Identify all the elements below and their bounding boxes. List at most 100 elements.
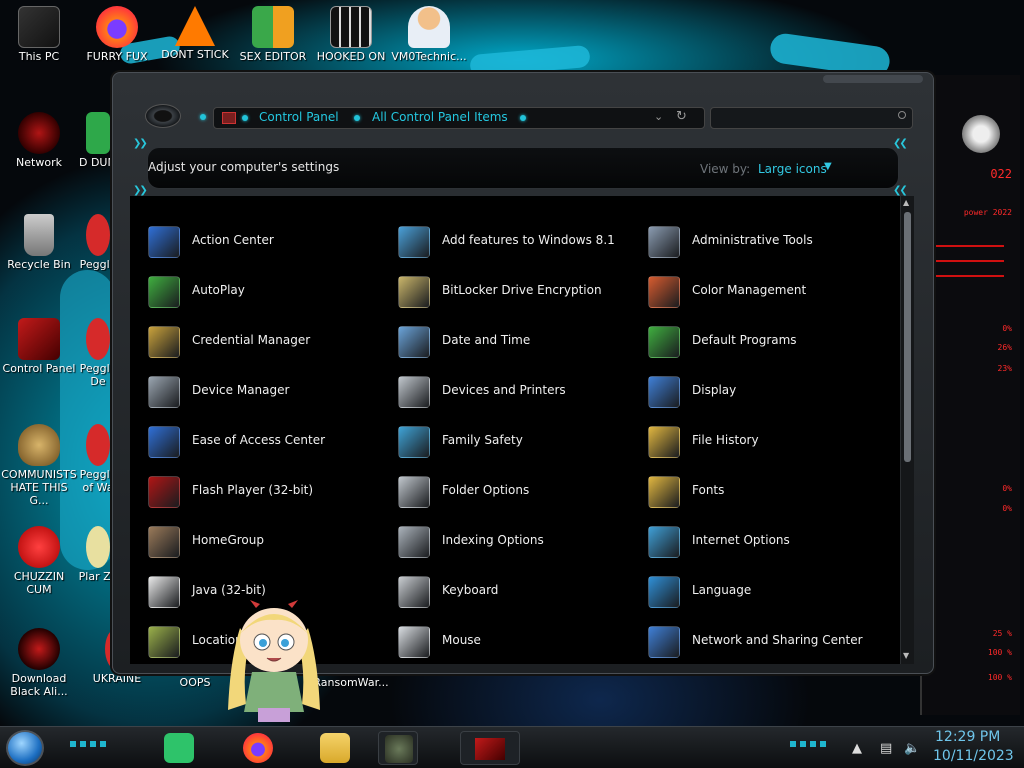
maze-icon xyxy=(330,6,372,48)
peggle-icon xyxy=(86,318,110,360)
taskbar-notes-app-icon[interactable] xyxy=(164,733,194,763)
desktop-icon-this-pc[interactable]: This PC xyxy=(0,6,78,63)
control-panel-item[interactable]: Indexing Options xyxy=(398,524,638,560)
control-panel-item[interactable]: Mouse xyxy=(398,624,638,660)
volume-icon[interactable]: 🔈 xyxy=(904,741,920,756)
breadcrumb-all-items[interactable]: All Control Panel Items xyxy=(372,110,508,124)
computer-icon xyxy=(18,6,60,48)
gadget-readout: 26% xyxy=(997,343,1012,352)
gadget-readout: 100 % xyxy=(987,673,1012,682)
vlc-cone-icon xyxy=(175,6,215,46)
desktop-icon-label: Network xyxy=(16,156,62,169)
control-panel-item[interactable]: Color Management xyxy=(648,274,888,310)
control-panel-item[interactable]: File History xyxy=(648,424,888,460)
desktop-icon-network[interactable]: Network xyxy=(0,112,78,169)
control-panel-item[interactable]: Fonts xyxy=(648,474,888,510)
control-panel-item[interactable]: Ease of Access Center xyxy=(148,424,388,460)
control-panel-item[interactable]: Language xyxy=(648,574,888,610)
control-panel-item-label: Java (32-bit) xyxy=(192,583,266,597)
network-icon[interactable]: ▤ xyxy=(880,741,892,756)
app-icon xyxy=(86,112,110,154)
desktop-icon-label: Control Panel xyxy=(2,362,76,375)
flag-icon xyxy=(148,226,180,258)
desktop-icon-vm0technic[interactable]: VM0Technic... xyxy=(390,6,468,63)
refresh-icon[interactable]: ↻ xyxy=(676,109,687,124)
wallpaper-stroke xyxy=(60,270,115,570)
control-panel-item-label: AutoPlay xyxy=(192,283,245,297)
gadget-readout: 100 % xyxy=(987,648,1012,657)
fonts-folder-icon xyxy=(648,476,680,508)
control-panel-item[interactable]: Keyboard xyxy=(398,574,638,610)
taskbar-file-explorer-icon[interactable] xyxy=(320,733,350,763)
magnifier-icon xyxy=(398,526,430,558)
scroll-up-icon[interactable]: ▲ xyxy=(903,198,909,207)
taskbar-running-app[interactable] xyxy=(378,731,418,765)
desktop-icon-recycle-bin[interactable]: Recycle Bin xyxy=(0,214,78,271)
control-panel-item[interactable]: Display xyxy=(648,374,888,410)
search-icon[interactable] xyxy=(898,111,906,119)
java-icon xyxy=(148,576,180,608)
desktop-icon-chuzzin[interactable]: CHUZZIN CUM xyxy=(0,526,78,596)
calendar-clock-icon xyxy=(398,326,430,358)
desktop-icon-sex-editor[interactable]: SEX EDITOR xyxy=(234,6,312,63)
address-bar[interactable]: Control Panel All Control Panel Items ⌄ … xyxy=(213,107,705,129)
control-panel-item[interactable]: Folder Options xyxy=(398,474,638,510)
control-panel-item[interactable]: Date and Time xyxy=(398,324,638,360)
desktop-icon-control-panel[interactable]: Control Panel xyxy=(0,318,78,375)
control-panel-item[interactable]: Flash Player (32-bit) xyxy=(148,474,388,510)
control-panel-item[interactable]: Devices and Printers xyxy=(398,374,638,410)
decor-arrows-icon: ❮❮ xyxy=(893,185,908,196)
nav-history-dot[interactable] xyxy=(200,114,206,120)
star-butterfly-character xyxy=(228,600,320,722)
network-icon xyxy=(648,626,680,658)
search-input[interactable] xyxy=(710,107,913,129)
control-panel-item[interactable]: Default Programs xyxy=(648,324,888,360)
control-panel-item[interactable]: AutoPlay xyxy=(148,274,388,310)
back-forward-orb[interactable] xyxy=(145,104,181,128)
start-button[interactable] xyxy=(6,730,44,766)
control-panel-item-label: Language xyxy=(692,583,752,597)
add-features-icon xyxy=(398,226,430,258)
desktop-icon-label: Recycle Bin xyxy=(7,258,71,271)
show-hidden-icons-icon[interactable]: ▲ xyxy=(852,741,862,756)
desktop-icon-communists[interactable]: COMMUNISTS HATE THIS G... xyxy=(0,424,78,507)
control-panel-icon xyxy=(18,318,60,360)
game-thumbnail-icon xyxy=(385,735,413,763)
scrollbar-thumb[interactable] xyxy=(904,212,911,462)
vertical-scrollbar[interactable]: ▲ ▼ xyxy=(900,196,914,664)
desktop-icon-dont-stick[interactable]: DONT STICK xyxy=(156,6,234,61)
control-panel-item[interactable]: Add features to Windows 8.1 xyxy=(398,224,638,260)
desktop-icon-download-black-ali[interactable]: Download Black Ali... xyxy=(0,628,78,698)
control-panel-item[interactable]: HomeGroup xyxy=(148,524,388,560)
keyboard-icon xyxy=(398,576,430,608)
control-panel-item[interactable]: Administrative Tools xyxy=(648,224,888,260)
taskbar-control-panel-button[interactable] xyxy=(460,731,520,765)
dropdown-arrow-icon[interactable]: ▼ xyxy=(824,161,832,172)
clock-time[interactable]: 12:29 PM xyxy=(935,729,1000,745)
control-panel-item-label: Display xyxy=(692,383,737,397)
scroll-down-icon[interactable]: ▼ xyxy=(903,651,909,660)
control-panel-item[interactable]: Credential Manager xyxy=(148,324,388,360)
breadcrumb-control-panel[interactable]: Control Panel xyxy=(259,110,339,124)
control-panel-item[interactable]: Device Manager xyxy=(148,374,388,410)
desktop-icon-label: Download Black Ali... xyxy=(10,672,68,698)
view-by-dropdown[interactable]: Large icons xyxy=(758,162,827,176)
control-panel-item-label: Devices and Printers xyxy=(442,383,566,397)
chevron-down-icon[interactable]: ⌄ xyxy=(654,110,663,123)
folder-options-icon xyxy=(398,476,430,508)
control-panel-item[interactable]: Action Center xyxy=(148,224,388,260)
desktop-icon-hooked-on[interactable]: HOOKED ON xyxy=(312,6,390,63)
control-panel-item[interactable]: Family Safety xyxy=(398,424,638,460)
taskbar-firefox-icon[interactable] xyxy=(243,733,273,763)
control-panel-item-label: Keyboard xyxy=(442,583,499,597)
control-panel-item[interactable]: BitLocker Drive Encryption xyxy=(398,274,638,310)
control-panel-item-label: Date and Time xyxy=(442,333,531,347)
monitor-icon xyxy=(648,376,680,408)
control-panel-items-grid: Action Center Add features to Windows 8.1… xyxy=(130,196,900,664)
taskbar: ▲ ▤ 🔈 12:29 PM 10/11/2023 xyxy=(0,726,1024,768)
control-panel-item[interactable]: Internet Options xyxy=(648,524,888,560)
desktop-icon-furry-fux[interactable]: FURRY FUX xyxy=(78,6,156,63)
control-panel-item[interactable]: Network and Sharing Center xyxy=(648,624,888,660)
control-panel-item-label: Add features to Windows 8.1 xyxy=(442,233,615,247)
clock-date[interactable]: 10/11/2023 xyxy=(933,748,1014,764)
